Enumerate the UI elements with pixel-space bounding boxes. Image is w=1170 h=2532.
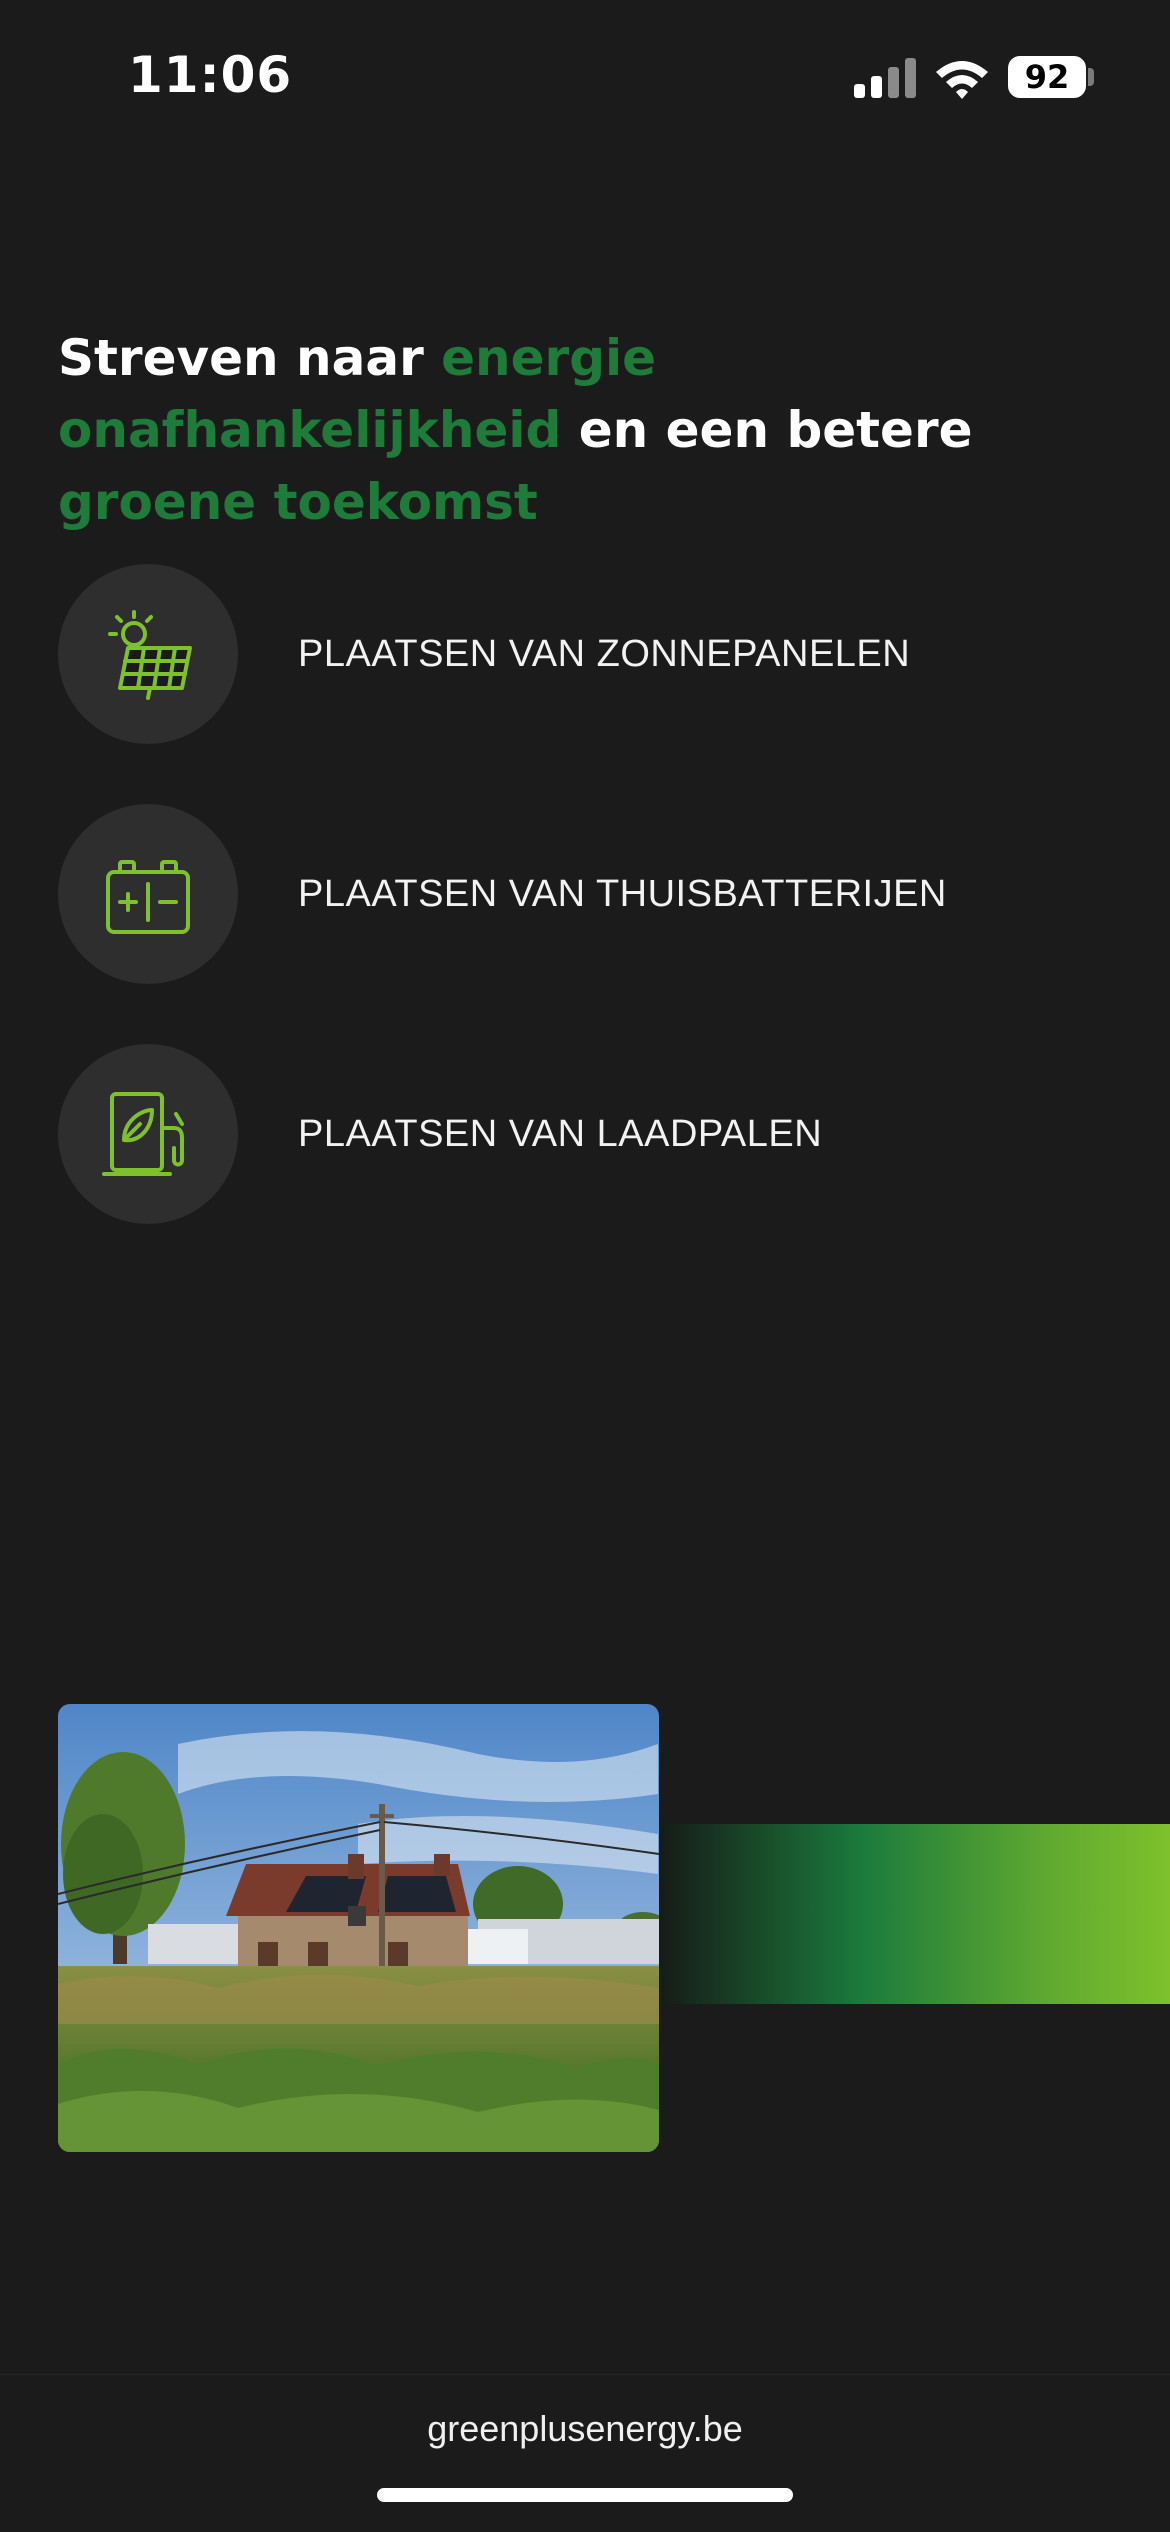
green-gradient-band [659,1824,1170,2004]
battery-icon: 92 [1008,56,1086,98]
service-icon-circle [58,1044,238,1224]
ev-charger-icon [102,1092,184,1176]
battery-icon [106,860,190,934]
service-icon-circle [58,804,238,984]
home-indicator[interactable] [377,2488,793,2502]
headline-part2: en een betere [561,401,973,459]
house-solar-photo [58,1704,659,2152]
service-label: PLAATSEN VAN LAADPALEN [298,1113,823,1155]
wifi-icon [936,61,988,99]
service-icon-circle [58,564,238,744]
status-time: 11:06 [128,46,293,104]
solar-panel-icon [108,610,192,700]
headline-part1: Streven naar [58,329,442,387]
status-bar: 11:06 92 [0,0,1170,150]
battery-cap [1088,68,1094,86]
service-label: PLAATSEN VAN THUISBATTERIJEN [298,873,947,915]
footer-divider [0,2374,1170,2375]
service-charging-stations: PLAATSEN VAN LAADPALEN [58,1044,1058,1224]
headline: Streven naar energie onafhankelijkheid e… [58,322,1138,538]
headline-highlight2: groene toekomst [58,473,538,531]
cellular-signal-icon [854,58,916,98]
service-home-batteries: PLAATSEN VAN THUISBATTERIJEN [58,804,1058,984]
url-label[interactable]: greenplusenergy.be [0,2408,1170,2450]
service-label: PLAATSEN VAN ZONNEPANELEN [298,633,911,675]
service-solar-panels: PLAATSEN VAN ZONNEPANELEN [58,564,1058,744]
